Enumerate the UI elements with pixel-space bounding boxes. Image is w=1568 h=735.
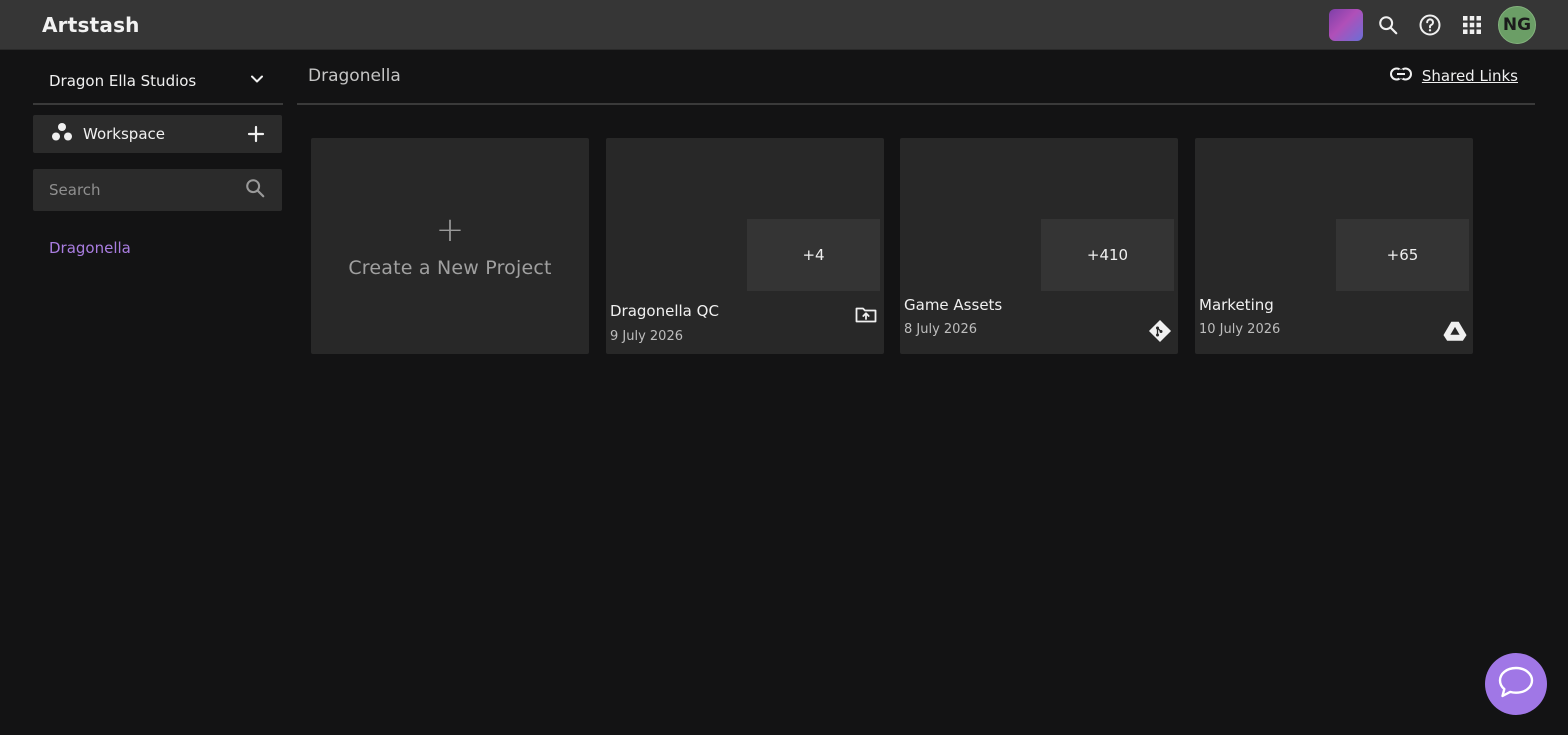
shared-links-button[interactable]: Shared Links (1389, 66, 1518, 85)
user-avatar[interactable]: NG (1498, 6, 1536, 44)
project-date: 10 July 2026 (1199, 322, 1281, 337)
project-date: 8 July 2026 (904, 322, 977, 337)
folder-upload-icon (854, 302, 878, 326)
top-bar: Artstash NG (0, 0, 1568, 50)
sidebar-search (33, 169, 282, 211)
workspace-label: Workspace (83, 125, 165, 143)
top-bar-actions: NG (1322, 6, 1536, 44)
organization-name: Dragon Ella Studios (49, 71, 197, 90)
search-icon[interactable] (244, 177, 266, 203)
chevron-down-icon (249, 71, 265, 91)
asset-count-tile: +410 (1041, 219, 1174, 291)
search-input[interactable] (49, 181, 244, 199)
chat-bubble-icon (1497, 665, 1535, 703)
header-divider (297, 103, 1535, 105)
project-card-game-assets[interactable]: +410 Game Assets 8 July 2026 (900, 138, 1178, 354)
asset-count-tile: +65 (1336, 219, 1469, 291)
create-project-card[interactable]: + Create a New Project (311, 138, 589, 354)
apps-grid-icon[interactable] (1454, 7, 1490, 43)
asset-count-tile: +4 (747, 219, 880, 291)
project-card-dragonella-qc[interactable]: +4 Dragonella QC 9 July 2026 (606, 138, 884, 354)
shared-links-label: Shared Links (1421, 66, 1518, 85)
workspace-header: Workspace (33, 115, 282, 153)
add-workspace-button[interactable] (244, 122, 268, 146)
link-icon (1389, 66, 1412, 85)
workspace-icon (51, 122, 73, 146)
sidebar-item-dragonella[interactable]: Dragonella (49, 239, 131, 257)
create-project-label: Create a New Project (348, 257, 552, 279)
org-logo-image (1329, 9, 1363, 41)
project-date: 9 July 2026 (610, 329, 683, 344)
org-logo[interactable] (1328, 7, 1364, 43)
organization-selector[interactable]: Dragon Ella Studios (33, 58, 281, 103)
project-card-marketing[interactable]: +65 Marketing 10 July 2026 (1195, 138, 1473, 354)
git-icon (1148, 319, 1172, 343)
plus-icon: + (435, 210, 465, 250)
project-name: Game Assets (904, 296, 1003, 314)
google-drive-icon (1443, 319, 1467, 343)
sidebar-divider (33, 103, 283, 105)
search-icon[interactable] (1370, 7, 1406, 43)
app-title[interactable]: Artstash (42, 13, 140, 37)
chat-support-button[interactable] (1485, 653, 1547, 715)
breadcrumb: Dragonella (308, 66, 401, 86)
help-icon[interactable] (1412, 7, 1448, 43)
project-name: Dragonella QC (610, 302, 719, 320)
project-name: Marketing (1199, 296, 1274, 314)
